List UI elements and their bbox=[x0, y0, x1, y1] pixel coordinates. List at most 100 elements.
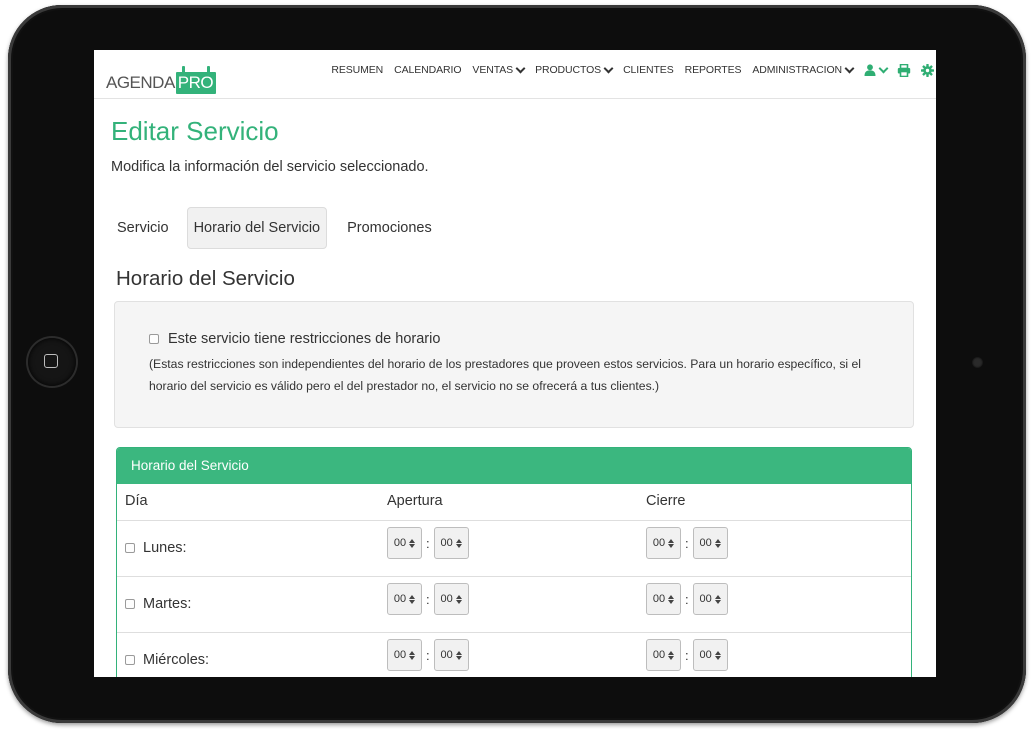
spinner-value: 00 bbox=[699, 649, 712, 661]
opening-hour-select[interactable]: 00 bbox=[387, 583, 422, 615]
updown-arrows-icon bbox=[455, 594, 462, 604]
gear-icon bbox=[921, 63, 934, 77]
restriction-well: Este servicio tiene restricciones de hor… bbox=[114, 301, 914, 428]
nav-label: VENTAS bbox=[472, 64, 514, 76]
chevron-down-icon bbox=[515, 63, 526, 73]
restriction-note: (Estas restricciones son independientes … bbox=[149, 357, 861, 393]
settings-button[interactable] bbox=[921, 63, 934, 77]
chevron-down-icon bbox=[844, 63, 855, 73]
home-button bbox=[28, 338, 76, 386]
closing-hour-select[interactable]: 00 bbox=[646, 527, 681, 559]
print-icon bbox=[897, 63, 911, 77]
day-label: Martes: bbox=[143, 596, 192, 612]
camera-icon bbox=[972, 357, 983, 368]
restriction-row: Este servicio tiene restricciones de hor… bbox=[149, 331, 440, 347]
closing-hour-select[interactable]: 00 bbox=[646, 583, 681, 615]
day-checkbox[interactable] bbox=[125, 543, 135, 553]
opening-minute-select[interactable]: 00 bbox=[433, 527, 469, 559]
user-icon bbox=[864, 64, 876, 76]
time-separator: : bbox=[685, 535, 689, 551]
column-header-cierre: Cierre bbox=[646, 493, 686, 509]
spinner-value: 00 bbox=[652, 649, 666, 661]
spinner-value: 00 bbox=[393, 537, 407, 549]
page-title: Editar Servicio bbox=[111, 116, 279, 146]
nav-clientes[interactable]: CLIENTES bbox=[623, 64, 674, 76]
spinner-value: 00 bbox=[440, 537, 453, 549]
spinner-value: 00 bbox=[652, 537, 666, 549]
column-header-apertura: Apertura bbox=[387, 493, 443, 509]
updown-arrows-icon bbox=[455, 538, 462, 548]
spinner-value: 00 bbox=[393, 649, 407, 661]
nav-label: PRODUCTOS bbox=[535, 64, 602, 76]
closing-time: 00 : 00 bbox=[646, 583, 728, 615]
time-separator: : bbox=[426, 535, 430, 551]
tab-promociones[interactable]: Promociones bbox=[337, 207, 442, 249]
column-header-dia: Día bbox=[125, 493, 148, 509]
opening-minute-select[interactable]: 00 bbox=[433, 639, 469, 671]
spinner-value: 00 bbox=[440, 593, 453, 605]
closing-time: 00 : 00 bbox=[646, 639, 728, 671]
section-title: Horario del Servicio bbox=[116, 267, 295, 290]
updown-arrows-icon bbox=[455, 650, 462, 660]
nav-administracion[interactable]: ADMINISTRACION bbox=[752, 63, 855, 76]
user-menu-button[interactable] bbox=[864, 63, 889, 76]
restriction-checkbox[interactable] bbox=[149, 334, 159, 344]
day-checkbox[interactable] bbox=[125, 599, 135, 609]
nav-productos[interactable]: PRODUCTOS bbox=[535, 63, 614, 76]
nav-resumen[interactable]: RESUMEN bbox=[331, 64, 383, 76]
home-square-icon bbox=[44, 354, 58, 368]
spinner-value: 00 bbox=[440, 649, 453, 661]
table-row: Martes: 00 : 00 00 : 00 bbox=[117, 577, 911, 633]
tab-horario-del-servicio[interactable]: Horario del Servicio bbox=[186, 207, 328, 249]
updown-arrows-icon bbox=[714, 594, 721, 604]
tab-bar: Servicio Horario del Servicio Promocione… bbox=[107, 207, 443, 249]
table-row: Miércoles: 00 : 00 00 : 00 bbox=[117, 633, 911, 677]
day-checkbox[interactable] bbox=[125, 655, 135, 665]
spinner-value: 00 bbox=[393, 593, 407, 605]
closing-minute-select[interactable]: 00 bbox=[692, 527, 728, 559]
time-separator: : bbox=[685, 591, 689, 607]
restriction-label[interactable]: Este servicio tiene restricciones de hor… bbox=[168, 331, 440, 347]
updown-arrows-icon bbox=[409, 538, 416, 548]
updown-arrows-icon bbox=[409, 650, 416, 660]
table-row: Lunes: 00 : 00 00 : 00 bbox=[117, 521, 911, 577]
updown-arrows-icon bbox=[409, 594, 416, 604]
opening-time: 00 : 00 bbox=[387, 583, 469, 615]
updown-arrows-icon bbox=[714, 538, 721, 548]
opening-hour-select[interactable]: 00 bbox=[387, 639, 422, 671]
opening-minute-select[interactable]: 00 bbox=[433, 583, 469, 615]
logo-text-right: PRO bbox=[175, 66, 217, 94]
page-subtitle: Modifica la información del servicio sel… bbox=[111, 159, 429, 175]
day-label: Lunes: bbox=[143, 540, 187, 556]
closing-minute-select[interactable]: 00 bbox=[692, 639, 728, 671]
schedule-table-header: Día Apertura Cierre bbox=[117, 484, 911, 521]
nav-ventas[interactable]: VENTAS bbox=[472, 63, 526, 76]
closing-hour-select[interactable]: 00 bbox=[646, 639, 681, 671]
nav-label: REPORTES bbox=[684, 64, 742, 76]
app-screen: AGENDA PRO RESUMEN CALENDARIO VENTAS PRO… bbox=[94, 50, 936, 677]
spinner-value: 00 bbox=[699, 537, 712, 549]
updown-arrows-icon bbox=[668, 594, 675, 604]
chevron-down-icon bbox=[603, 63, 614, 73]
nav-calendario[interactable]: CALENDARIO bbox=[394, 64, 461, 76]
logo-text-left: AGENDA bbox=[106, 73, 175, 92]
opening-hour-select[interactable]: 00 bbox=[387, 527, 422, 559]
spinner-value: 00 bbox=[652, 593, 666, 605]
closing-minute-select[interactable]: 00 bbox=[692, 583, 728, 615]
day-cell: Lunes: bbox=[125, 540, 187, 556]
opening-time: 00 : 00 bbox=[387, 527, 469, 559]
nav-reportes[interactable]: REPORTES bbox=[685, 64, 742, 76]
day-label: Miércoles: bbox=[143, 652, 210, 668]
nav-label: CLIENTES bbox=[623, 64, 674, 76]
opening-time: 00 : 00 bbox=[387, 639, 469, 671]
day-cell: Martes: bbox=[125, 596, 191, 612]
tab-servicio[interactable]: Servicio bbox=[107, 207, 179, 249]
updown-arrows-icon bbox=[668, 650, 675, 660]
chevron-down-icon bbox=[878, 63, 889, 73]
closing-time: 00 : 00 bbox=[646, 527, 728, 559]
day-cell: Miércoles: bbox=[125, 652, 209, 668]
schedule-panel-heading: Horario del Servicio bbox=[117, 448, 911, 484]
print-button[interactable] bbox=[897, 63, 911, 77]
time-separator: : bbox=[685, 647, 689, 663]
logo[interactable]: AGENDA PRO bbox=[106, 64, 217, 94]
